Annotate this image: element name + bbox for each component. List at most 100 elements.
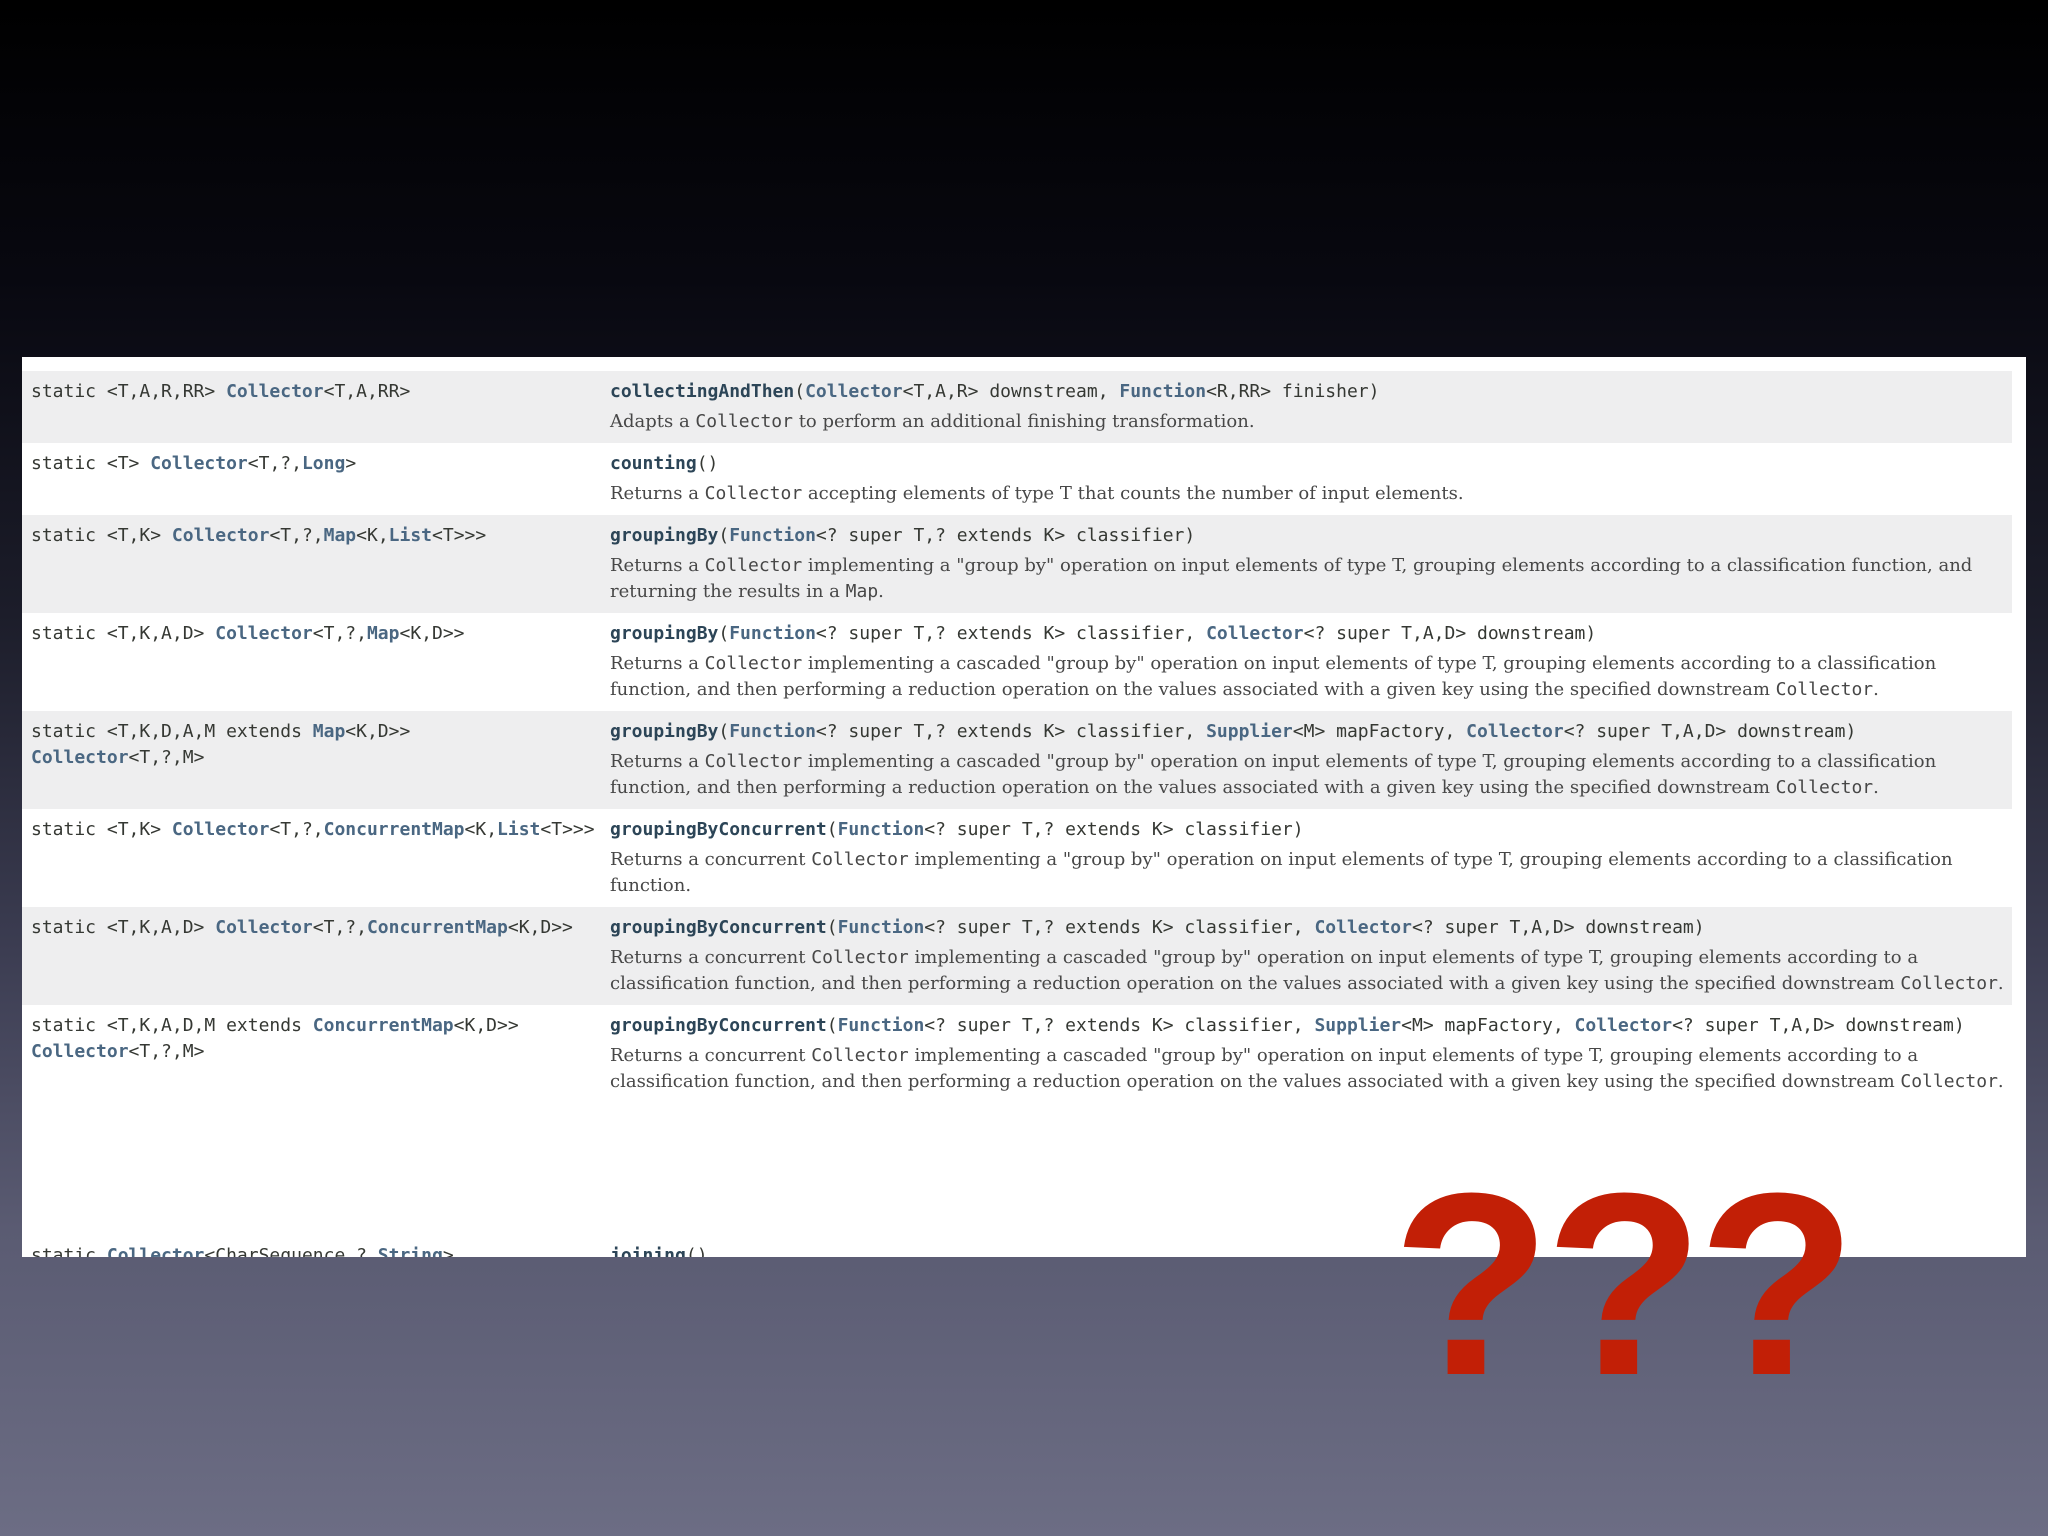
- type-link[interactable]: List: [389, 525, 432, 546]
- text-segment: implementing a cascaded "group by" opera…: [610, 653, 1937, 700]
- clipped-previous-row: [22, 357, 2026, 371]
- type-link[interactable]: Collector: [172, 819, 270, 840]
- modifier-and-type: static <T,K,A,D> Collector<T,?,Map<K,D>>: [31, 621, 610, 703]
- text-segment: static <T,K,D,A,M extends: [31, 721, 313, 742]
- text-segment: .: [1873, 777, 1879, 798]
- modifier-and-type: static <T,A,R,RR> Collector<T,A,RR>: [31, 379, 610, 435]
- type-link[interactable]: Collector: [215, 917, 313, 938]
- text-segment: <K,D>>: [399, 623, 465, 644]
- text-segment: .: [1997, 973, 2004, 994]
- text-segment: >: [345, 453, 357, 474]
- modifier-and-type: static <T,K,A,D,M extends ConcurrentMap<…: [31, 1013, 610, 1095]
- method-name-link[interactable]: counting: [610, 453, 697, 474]
- type-link[interactable]: Collector: [1575, 1015, 1673, 1036]
- text-segment: static <T,K,A,D>: [31, 917, 216, 938]
- method-and-description: counting() Returns a Collector accepting …: [610, 451, 2012, 507]
- type-link[interactable]: Collector: [172, 525, 270, 546]
- type-link[interactable]: Supplier: [1314, 1015, 1401, 1036]
- modifier-and-type: static <T,K> Collector<T,?,Map<K,List<T>…: [31, 523, 610, 605]
- question-marks-overlay: ???: [1392, 1140, 1856, 1430]
- text-segment: <R,RR> finisher): [1206, 381, 1380, 402]
- text-segment: <T,?,M>: [128, 747, 205, 768]
- text-segment: Returns a: [610, 653, 705, 674]
- text-segment: <T,?,: [269, 525, 324, 546]
- text-segment: Adapts a: [610, 411, 696, 432]
- method-and-description: groupingBy(Function<? super T,? extends …: [610, 719, 2012, 801]
- method-name-link[interactable]: groupingByConcurrent: [610, 819, 827, 840]
- type-link[interactable]: Collector: [31, 1041, 129, 1062]
- type-link[interactable]: Function: [838, 917, 925, 938]
- method-name-link[interactable]: groupingBy: [610, 721, 718, 742]
- type-link[interactable]: Map: [324, 525, 357, 546]
- method-signature: groupingByConcurrent(Function<? super T,…: [610, 817, 2012, 843]
- type-link[interactable]: Collector: [215, 623, 313, 644]
- type-link[interactable]: Collector: [107, 1245, 205, 1257]
- text-segment: .: [878, 581, 884, 602]
- method-row: static <T,K> Collector<T,?,ConcurrentMap…: [22, 809, 2012, 907]
- type-link[interactable]: Supplier: [1206, 721, 1293, 742]
- text-segment: <? super T,A,D> downstream): [1411, 917, 1705, 938]
- type-link[interactable]: Collector: [31, 747, 129, 768]
- type-link[interactable]: Function: [838, 819, 925, 840]
- text-segment: <? super T,A,D> downstream): [1672, 1015, 1965, 1036]
- inline-code: Collector: [704, 751, 803, 772]
- type-link[interactable]: String: [378, 1245, 443, 1257]
- type-link[interactable]: Collector: [1314, 917, 1412, 938]
- type-link[interactable]: ConcurrentMap: [367, 917, 508, 938]
- type-link[interactable]: Function: [838, 1015, 925, 1036]
- text-segment: <T,?,: [269, 819, 324, 840]
- method-row: static <T,K,A,D> Collector<T,?,Map<K,D>>…: [22, 613, 2012, 711]
- text-segment: <? super T,? extends K> classifier): [815, 525, 1196, 546]
- method-name-link[interactable]: groupingBy: [610, 623, 718, 644]
- type-link[interactable]: Collector: [226, 381, 324, 402]
- type-link[interactable]: List: [497, 819, 540, 840]
- method-and-description: groupingByConcurrent(Function<? super T,…: [610, 817, 2012, 899]
- method-name-link[interactable]: collectingAndThen: [610, 381, 794, 402]
- type-link[interactable]: Function: [729, 721, 816, 742]
- type-link[interactable]: ConcurrentMap: [324, 819, 465, 840]
- method-name-link[interactable]: groupingBy: [610, 525, 718, 546]
- text-segment: <T,?,: [312, 623, 367, 644]
- type-link[interactable]: Collector: [805, 381, 903, 402]
- method-signature: groupingBy(Function<? super T,? extends …: [610, 719, 2012, 745]
- type-link[interactable]: Function: [729, 525, 816, 546]
- type-link[interactable]: Map: [313, 721, 346, 742]
- inline-code: Collector: [695, 411, 793, 432]
- method-signature: groupingByConcurrent(Function<? super T,…: [610, 915, 2012, 941]
- text-segment: static: [31, 1245, 107, 1257]
- method-and-description: groupingByConcurrent(Function <? super T,…: [610, 1013, 2012, 1095]
- method-name-link[interactable]: groupingByConcurrent: [610, 917, 827, 938]
- inline-code: Collector: [704, 555, 803, 576]
- text-segment: (: [826, 1015, 838, 1036]
- text-segment: Returns a: [610, 555, 705, 576]
- text-segment: <K,: [464, 819, 498, 840]
- type-link[interactable]: ConcurrentMap: [313, 1015, 454, 1036]
- type-link[interactable]: Collector: [150, 453, 248, 474]
- javadoc-method-summary-table: static <T,A,R,RR> Collector<T,A,RR> colle…: [22, 357, 2026, 1257]
- type-link[interactable]: Map: [367, 623, 400, 644]
- text-segment: <K,: [356, 525, 389, 546]
- method-description: Returns a concurrent Collector implement…: [610, 847, 2012, 899]
- type-link[interactable]: Long: [302, 453, 345, 474]
- method-and-description: groupingByConcurrent(Function<? super T,…: [610, 915, 2012, 997]
- method-row: static <T,K,A,D,M extends ConcurrentMap<…: [22, 1005, 2012, 1103]
- modifier-and-type: static <T> Collector<T,?,Long>: [31, 451, 610, 507]
- text-segment: <K,D>>: [507, 917, 573, 938]
- method-and-description: groupingBy(Function<? super T,? extends …: [610, 621, 2012, 703]
- type-link[interactable]: Collector: [1206, 623, 1304, 644]
- inline-code: Collector: [811, 1045, 909, 1066]
- type-link[interactable]: Function: [729, 623, 816, 644]
- inline-code: Collector: [811, 947, 909, 968]
- method-name-link[interactable]: groupingByConcurrent: [610, 1015, 827, 1036]
- text-segment: .: [1997, 1071, 2004, 1092]
- type-link[interactable]: Function: [1119, 381, 1206, 402]
- text-segment: <T,A,R> downstream,: [902, 381, 1120, 402]
- text-segment: static <T,K,A,D>: [31, 623, 216, 644]
- text-segment: <? super T,? extends K> classifier,: [815, 721, 1207, 742]
- method-name-link[interactable]: joining: [610, 1245, 686, 1257]
- text-segment: static <T,A,R,RR>: [31, 381, 227, 402]
- text-segment: implementing a cascaded "group by" opera…: [610, 751, 1937, 798]
- text-segment: <M> mapFactory,: [1401, 1015, 1575, 1036]
- text-segment: accepting elements of type T that counts…: [802, 483, 1464, 504]
- type-link[interactable]: Collector: [1466, 721, 1564, 742]
